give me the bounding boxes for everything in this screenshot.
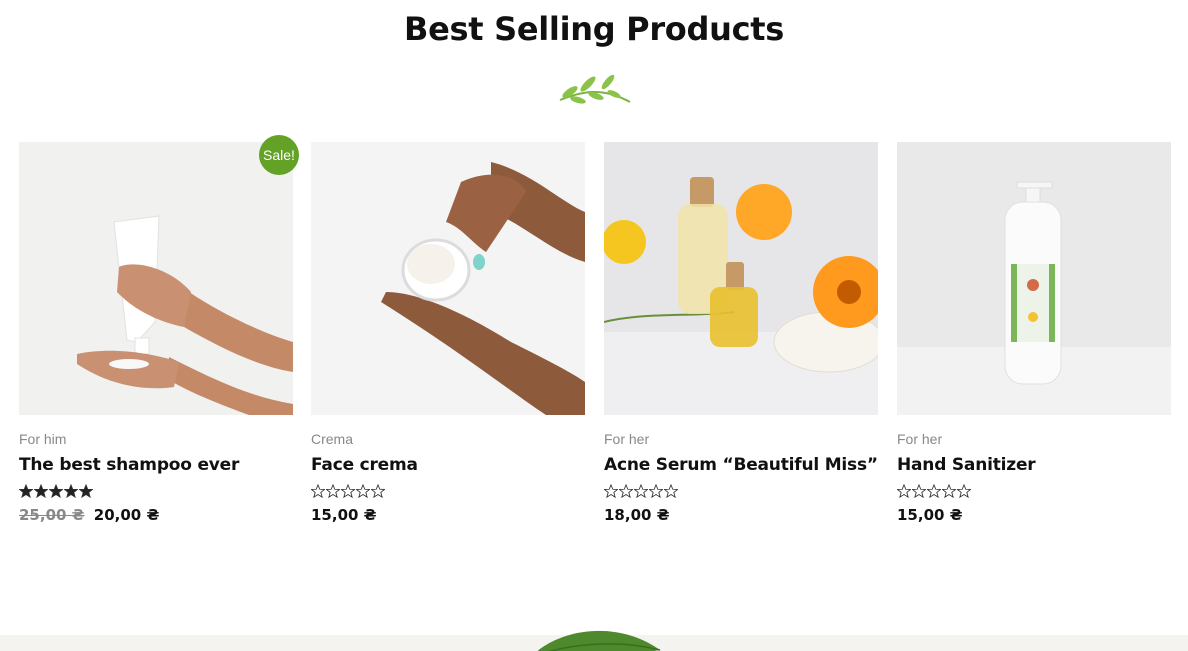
star-empty-icon xyxy=(356,484,370,498)
section-title: Best Selling Products xyxy=(404,10,784,48)
product-image-acne-serum[interactable] xyxy=(604,142,878,415)
sale-badge: Sale! xyxy=(259,135,299,175)
star-filled-icon xyxy=(49,484,63,498)
star-empty-icon xyxy=(664,484,678,498)
product-price: 15,00 ₴ xyxy=(897,506,1171,524)
star-empty-icon xyxy=(912,484,926,498)
price: 15,00 ₴ xyxy=(311,506,377,524)
star-empty-icon xyxy=(634,484,648,498)
product-title[interactable]: Acne Serum “Beautiful Miss” xyxy=(604,455,878,475)
product-card: For her Hand Sanitizer 15,00 ₴ xyxy=(897,142,1171,524)
star-filled-icon xyxy=(79,484,93,498)
star-filled-icon xyxy=(34,484,48,498)
star-empty-icon xyxy=(927,484,941,498)
product-category: For him xyxy=(19,431,67,447)
star-empty-icon xyxy=(619,484,633,498)
old-price: 25,00 ₴ xyxy=(19,506,85,524)
star-empty-icon xyxy=(341,484,355,498)
product-price: 15,00 ₴ xyxy=(311,506,585,524)
leaf-sprig-icon xyxy=(559,74,631,104)
star-empty-icon xyxy=(371,484,385,498)
product-card: Crema Face crema 15,00 ₴ xyxy=(311,142,585,524)
star-empty-icon xyxy=(897,484,911,498)
product-card: For her Acne Serum “Beautiful Miss” 18,0… xyxy=(604,142,878,524)
star-filled-icon xyxy=(19,484,33,498)
product-category: For her xyxy=(604,431,650,447)
sale-price: 20,00 ₴ xyxy=(93,506,160,524)
product-image-shampoo[interactable] xyxy=(19,142,293,415)
star-empty-icon xyxy=(957,484,971,498)
star-rating xyxy=(311,484,585,500)
product-title[interactable]: Face crema xyxy=(311,455,585,475)
star-empty-icon xyxy=(326,484,340,498)
star-rating xyxy=(897,484,1171,500)
product-image-hand-sanitizer[interactable] xyxy=(897,142,1171,415)
product-category: Crema xyxy=(311,431,354,447)
star-empty-icon xyxy=(649,484,663,498)
star-empty-icon xyxy=(311,484,325,498)
product-title[interactable]: Hand Sanitizer xyxy=(897,455,1171,475)
price: 15,00 ₴ xyxy=(897,506,963,524)
star-rating xyxy=(604,484,878,500)
product-category: For her xyxy=(897,431,943,447)
star-rating xyxy=(19,484,293,500)
star-empty-icon xyxy=(942,484,956,498)
product-price: 18,00 ₴ xyxy=(604,506,878,524)
price: 18,00 ₴ xyxy=(604,506,670,524)
star-empty-icon xyxy=(604,484,618,498)
basil-leaf-icon xyxy=(537,631,661,651)
product-title[interactable]: The best shampoo ever xyxy=(19,455,293,475)
product-card: Sale! For him The best shampoo ever 25,0… xyxy=(19,135,299,524)
product-price: 25,00 ₴ 20,00 ₴ xyxy=(19,506,293,524)
product-image-face-crema[interactable] xyxy=(311,142,585,415)
star-filled-icon xyxy=(64,484,78,498)
